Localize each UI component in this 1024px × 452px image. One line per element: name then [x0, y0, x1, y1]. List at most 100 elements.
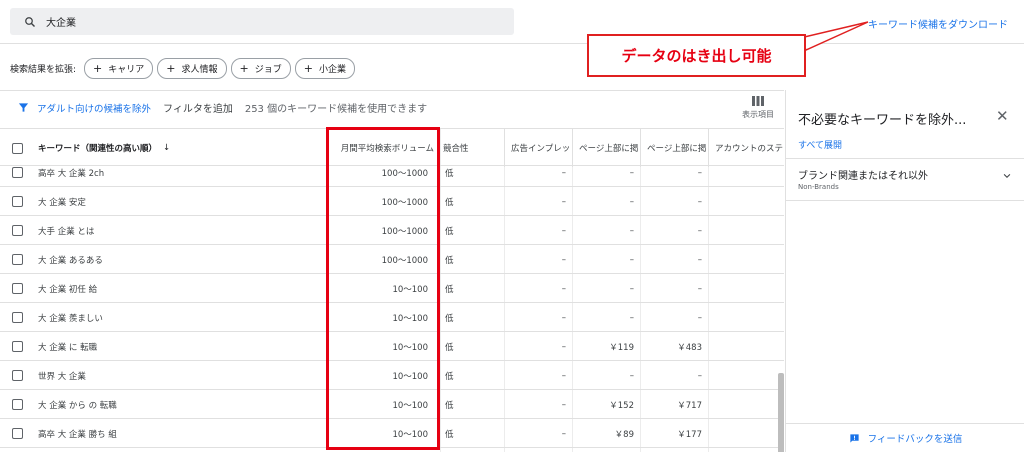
bid-high-cell: – [697, 196, 702, 207]
table-row: 大 企業 初任 給 10～100 低 – – – [0, 274, 784, 303]
exclude-keywords-panel: 不必要なキーワードを除外... ✕ すべて展開 ブランド関連またはそれ以外 No… [785, 90, 1024, 452]
chip-label: キャリア [108, 65, 145, 75]
competition-cell: 低 [445, 342, 454, 353]
row-checkbox[interactable] [12, 399, 23, 410]
volume-cell: 100～1000 [381, 197, 428, 208]
impression-share-cell: – [561, 196, 566, 207]
row-checkbox[interactable] [12, 254, 23, 265]
chip-career[interactable]: + キャリア [84, 58, 154, 79]
columns-button[interactable]: 表示項目 [740, 96, 776, 120]
table-row: 大 企業 に 転職 10～100 低 – ￥119 ￥483 [0, 332, 784, 361]
chip-label: 求人情報 [181, 65, 218, 75]
impression-share-cell: – [561, 167, 566, 178]
chip-job-info[interactable]: + 求人情報 [157, 58, 227, 79]
top-bar: 大企業 キーワード候補をダウンロード [0, 0, 1024, 44]
competition-cell: 低 [445, 168, 454, 179]
row-checkbox-cell[interactable] [12, 274, 26, 303]
impression-share-cell: – [561, 370, 566, 381]
row-checkbox-cell[interactable] [12, 216, 26, 245]
bid-low-cell: – [629, 254, 634, 265]
row-checkbox-cell[interactable] [12, 390, 26, 419]
row-checkbox[interactable] [12, 370, 23, 381]
competition-cell: 低 [445, 226, 454, 237]
chip-job[interactable]: + ジョブ [230, 58, 291, 79]
row-checkbox[interactable] [12, 341, 23, 352]
competition-cell: 低 [445, 371, 454, 382]
expand-results-label: 検索結果を拡張: [10, 65, 77, 75]
send-feedback-button[interactable]: フィードバックを送信 [786, 423, 1024, 452]
row-checkbox-cell[interactable] [12, 158, 26, 187]
bid-high-cell: ￥483 [677, 342, 702, 353]
download-keywords-link[interactable]: キーワード候補をダウンロード [868, 16, 1008, 31]
row-checkbox-cell[interactable] [12, 419, 26, 448]
bid-low-cell: – [629, 196, 634, 207]
keyword-table: キーワード（関連性の高い順） ↓ 月間平均検索ボリューム 競合性 広告インプレッ… [0, 128, 784, 452]
search-icon [25, 16, 35, 27]
select-all-checkbox[interactable] [12, 142, 23, 154]
close-icon[interactable]: ✕ [996, 107, 1009, 125]
expand-all-link[interactable]: すべて展開 [798, 138, 842, 151]
table-row: 高卒 大 企業 2ch 100～1000 低 – – – [0, 158, 784, 187]
plus-icon: + [239, 62, 249, 75]
search-query: 大企業 [46, 18, 76, 29]
keyword-cell: 世界 大 企業 [38, 371, 86, 382]
filter-icon[interactable] [18, 102, 29, 113]
volume-cell: 10～100 [392, 400, 428, 411]
row-checkbox-cell[interactable] [12, 332, 26, 361]
row-checkbox[interactable] [12, 283, 23, 294]
add-filter-button[interactable]: フィルタを追加 [163, 100, 233, 115]
impression-share-cell: – [561, 225, 566, 236]
volume-cell: 10～100 [392, 284, 428, 295]
keyword-cell: 大 企業 に 転職 [38, 342, 98, 353]
panel-title: 不必要なキーワードを除外... [798, 113, 967, 128]
chip-label: ジョブ [254, 65, 282, 75]
table-row: 大 企業 あるある 100～1000 低 – – – [0, 245, 784, 274]
brand-filter-group[interactable]: ブランド関連またはそれ以外 Non-Brands [786, 159, 1024, 201]
bid-low-cell: ￥119 [609, 342, 634, 353]
row-checkbox[interactable] [12, 428, 23, 439]
table-scrollbar[interactable] [778, 373, 784, 452]
volume-cell: 10～100 [392, 429, 428, 440]
competition-cell: 低 [445, 284, 454, 295]
impression-share-cell: – [561, 283, 566, 294]
row-checkbox[interactable] [12, 312, 23, 323]
table-row: 高卒 大 企業 勝ち 組 10～100 低 – ￥89 ￥177 [0, 419, 784, 448]
volume-cell: 100～1000 [381, 168, 428, 179]
sort-arrow-down-icon: ↓ [163, 143, 171, 153]
volume-cell: 10～100 [392, 313, 428, 324]
row-checkbox-cell[interactable] [12, 245, 26, 274]
bid-low-cell: – [629, 167, 634, 178]
row-checkbox-cell[interactable] [12, 361, 26, 390]
volume-cell: 10～100 [392, 342, 428, 353]
feedback-icon [849, 433, 859, 443]
volume-cell: 100～1000 [381, 255, 428, 266]
row-checkbox-cell[interactable] [12, 303, 26, 332]
keyword-cell: 高卒 大 企業 勝ち 組 [38, 429, 117, 440]
table-row: 世界 大 企業 10～100 低 – – – [0, 361, 784, 390]
impression-share-cell: – [561, 341, 566, 352]
row-checkbox[interactable] [12, 167, 23, 178]
divider [0, 90, 784, 91]
keyword-cell: 大 企業 羨ましい [38, 313, 103, 324]
impression-share-cell: – [561, 399, 566, 410]
table-row: 大 企業 から の 転職 10～100 低 – ￥152 ￥717 [0, 390, 784, 419]
bid-high-cell: – [697, 167, 702, 178]
table-row: 大手 企業 とは 100～1000 低 – – – [0, 216, 784, 245]
bid-high-cell: ￥717 [677, 400, 702, 411]
row-checkbox[interactable] [12, 225, 23, 236]
bid-high-cell: – [697, 225, 702, 236]
bid-high-cell: – [697, 312, 702, 323]
row-checkbox[interactable] [12, 196, 23, 207]
keyword-cell: 大 企業 初任 給 [38, 284, 98, 295]
row-checkbox-cell[interactable] [12, 187, 26, 216]
bid-low-cell: – [629, 312, 634, 323]
search-input[interactable]: 大企業 [10, 8, 514, 35]
competition-cell: 低 [445, 400, 454, 411]
impression-share-cell: – [561, 254, 566, 265]
volume-cell: 100～1000 [381, 226, 428, 237]
chip-small-business[interactable]: + 小企業 [294, 58, 355, 79]
keyword-cell: 大 企業 あるある [38, 255, 103, 266]
callout-annotation: データのはき出し可能 [587, 34, 806, 77]
exclude-adult-filter[interactable]: アダルト向けの候補を除外 [37, 101, 151, 115]
volume-cell: 10～100 [392, 371, 428, 382]
